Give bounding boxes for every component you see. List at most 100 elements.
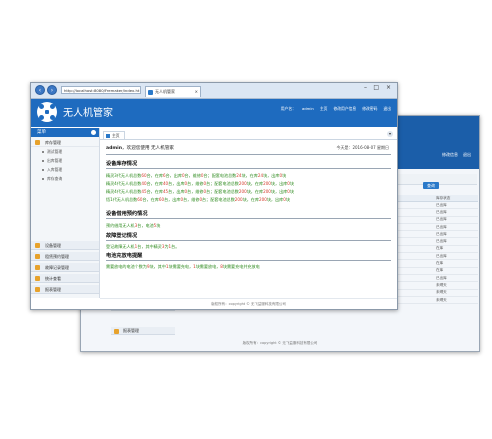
main-content: 主页 ▾ admin，欢迎您使用 无人机管家 今天是：2016-08-07 星期… bbox=[100, 128, 397, 298]
line-text: 悟1代无人机总数 bbox=[106, 197, 138, 202]
line-text: 块需要放电， bbox=[195, 264, 221, 269]
table-cell: 已出库 bbox=[433, 237, 478, 246]
line-text: 块，在库 bbox=[242, 197, 259, 202]
table-cell: 已出库 bbox=[433, 274, 478, 283]
line-text: 台，维修 bbox=[187, 181, 204, 186]
folder-icon bbox=[35, 243, 40, 248]
tab-home[interactable]: 主页 bbox=[103, 131, 125, 139]
sidebar-sub-query[interactable]: 库存查询 bbox=[31, 175, 99, 183]
inventory-line: 悟1代无人机总数60台，在库60台，出库0台，维修0台；配套电池总数200块，在… bbox=[106, 197, 290, 203]
sidebar-sub-test[interactable]: 测试管理 bbox=[31, 148, 99, 156]
line-text: 需要放电的电池个数为 bbox=[106, 264, 147, 269]
back-nav-logout[interactable]: 退出 bbox=[463, 152, 471, 158]
back-side-group-report[interactable]: 报表管理 bbox=[111, 327, 175, 335]
home-icon bbox=[106, 134, 110, 138]
bullet-icon bbox=[42, 151, 44, 153]
rental-line: 预约借用无人机3台，电池5块 bbox=[106, 223, 160, 229]
top-nav: 用户名： admin 主页 修改用户信息 修改密码 退出 bbox=[281, 106, 391, 112]
line-text: 台，其中精灵 bbox=[137, 244, 162, 249]
sidebar-group-rental[interactable]: 租赁预约管理 bbox=[31, 252, 99, 261]
table-cell: 在库 bbox=[433, 259, 478, 268]
line-text: 登记故障无人机 bbox=[106, 244, 135, 249]
forward-arrow-icon[interactable]: › bbox=[47, 85, 57, 95]
table-cell: 已出库 bbox=[433, 216, 478, 224]
folder-icon bbox=[35, 265, 40, 270]
battery-line: 需要放电的电池个数为9块，其中1块需要充电，1块需要放电，8块需要充电并充放电 bbox=[106, 264, 260, 270]
table-cell: 在库 bbox=[433, 267, 478, 275]
table-cell: 已出库 bbox=[433, 201, 478, 210]
line-text: 块 bbox=[289, 181, 294, 186]
line-text: 台，维修 bbox=[183, 197, 200, 202]
inventory-line: 精灵4代无人机总数45台，在库45台，出库0台，维修0台；配套电池总数200块，… bbox=[106, 189, 294, 195]
count-value: 200 bbox=[259, 197, 267, 202]
sidebar-group-report[interactable]: 报表管理 bbox=[31, 285, 99, 294]
folder-icon bbox=[35, 287, 40, 292]
footer: 版权所有：copyright © 无飞益服科技有限公司 bbox=[100, 298, 397, 309]
line-text: 块，出库 bbox=[270, 189, 288, 194]
line-text: 块 bbox=[156, 223, 161, 228]
inventory-line: 精灵4代无人机总数40台，在库40台，出库0台，维修0台；配套电池总数200块，… bbox=[106, 181, 294, 187]
sidebar-group-stats[interactable]: 统计查看 bbox=[31, 274, 99, 283]
table-cell: 已出库 bbox=[433, 252, 478, 261]
line-text: 台；配套电池总数 bbox=[206, 181, 239, 186]
close-window-icon[interactable]: × bbox=[386, 84, 391, 91]
section-fault-title: 故障登记情况 bbox=[106, 233, 138, 239]
line-text: 台，出库 bbox=[168, 181, 185, 186]
sidebar-group-device[interactable]: 设备管理 bbox=[31, 241, 99, 250]
line-text: 块，出库 bbox=[263, 173, 280, 178]
count-value: 200 bbox=[263, 181, 271, 186]
line-text: 精灵4代无人机总数 bbox=[106, 189, 142, 194]
section-rental-title: 设备借用预约情况 bbox=[106, 211, 148, 217]
line-text: 块，在库 bbox=[241, 173, 258, 178]
inventory-line: 精灵3代无人机总数60台，在库6台，出库0台，维修0台；配套电池总数24块，在库… bbox=[106, 173, 286, 179]
count-value: 200 bbox=[263, 189, 271, 194]
sidebar-item-inventory[interactable]: 库存管理 bbox=[31, 138, 99, 147]
line-text: 块，出库 bbox=[270, 181, 288, 186]
collapse-icon[interactable] bbox=[91, 130, 96, 135]
browser-tab[interactable]: 无人机管家 × bbox=[145, 86, 201, 97]
folder-icon bbox=[35, 276, 40, 281]
count-value: 200 bbox=[234, 197, 243, 202]
folder-icon bbox=[114, 328, 119, 334]
line-text: 块 bbox=[282, 173, 287, 178]
sidebar-sub-inbound[interactable]: 入库管理 bbox=[31, 166, 99, 174]
nav-change-password[interactable]: 修改密码 bbox=[362, 106, 377, 112]
back-footer: 版权所有：copyright © 无飞益服科技有限公司 bbox=[242, 341, 318, 345]
count-value: 200 bbox=[238, 189, 247, 194]
line-text: 台，出库 bbox=[164, 197, 181, 202]
line-text: 台，出库 bbox=[165, 173, 182, 178]
line-text: 块，在库 bbox=[246, 181, 264, 186]
line-text: 台；配套电池总数 bbox=[203, 173, 237, 178]
back-arrow-icon[interactable]: ‹ bbox=[35, 85, 45, 95]
browser-window: ‹ › http://localhost:8080/Fremaker/index… bbox=[30, 82, 398, 310]
line-text: 块，出库 bbox=[266, 197, 284, 202]
nav-modify-user[interactable]: 修改用户信息 bbox=[333, 106, 356, 112]
folder-icon bbox=[35, 140, 40, 145]
menu-header: 菜单 bbox=[31, 128, 99, 137]
minimize-icon[interactable]: – bbox=[364, 84, 367, 91]
nav-logout[interactable]: 退出 bbox=[383, 106, 391, 112]
table-cell: 已出库 bbox=[433, 208, 478, 217]
bullet-icon bbox=[42, 160, 44, 162]
query-button[interactable]: 查询 bbox=[423, 182, 439, 189]
table-cell: 未晴天 bbox=[433, 289, 478, 297]
address-bar[interactable]: http://localhost:8080/Fremaker/index.ht bbox=[61, 86, 141, 94]
sidebar-sub-outbound[interactable]: 出库管理 bbox=[31, 157, 99, 165]
chevron-down-icon[interactable]: ▾ bbox=[387, 131, 393, 137]
line-text: 台，在库 bbox=[142, 197, 159, 202]
back-nav-modify-info[interactable]: 修改信息 bbox=[442, 152, 458, 158]
drone-logo-icon bbox=[37, 102, 57, 122]
browser-titlebar: ‹ › http://localhost:8080/Fremaker/index… bbox=[31, 83, 397, 99]
table-cell: 已出库 bbox=[433, 230, 478, 239]
table-cell: 未晴天 bbox=[433, 296, 478, 305]
maximize-icon[interactable]: □ bbox=[373, 84, 379, 91]
bullet-icon bbox=[42, 169, 44, 171]
close-tab-icon[interactable]: × bbox=[195, 87, 198, 97]
line-text: 台，在库 bbox=[146, 181, 163, 186]
line-text: 块需要充电并充放电 bbox=[222, 264, 260, 269]
line-text: 精灵3代无人机总数 bbox=[106, 173, 142, 178]
table-cell: 在库 bbox=[433, 245, 478, 254]
line-text: 预约借用无人机 bbox=[106, 223, 135, 228]
sidebar-group-fault[interactable]: 故障记录管理 bbox=[31, 263, 99, 272]
nav-home[interactable]: 主页 bbox=[320, 106, 328, 112]
